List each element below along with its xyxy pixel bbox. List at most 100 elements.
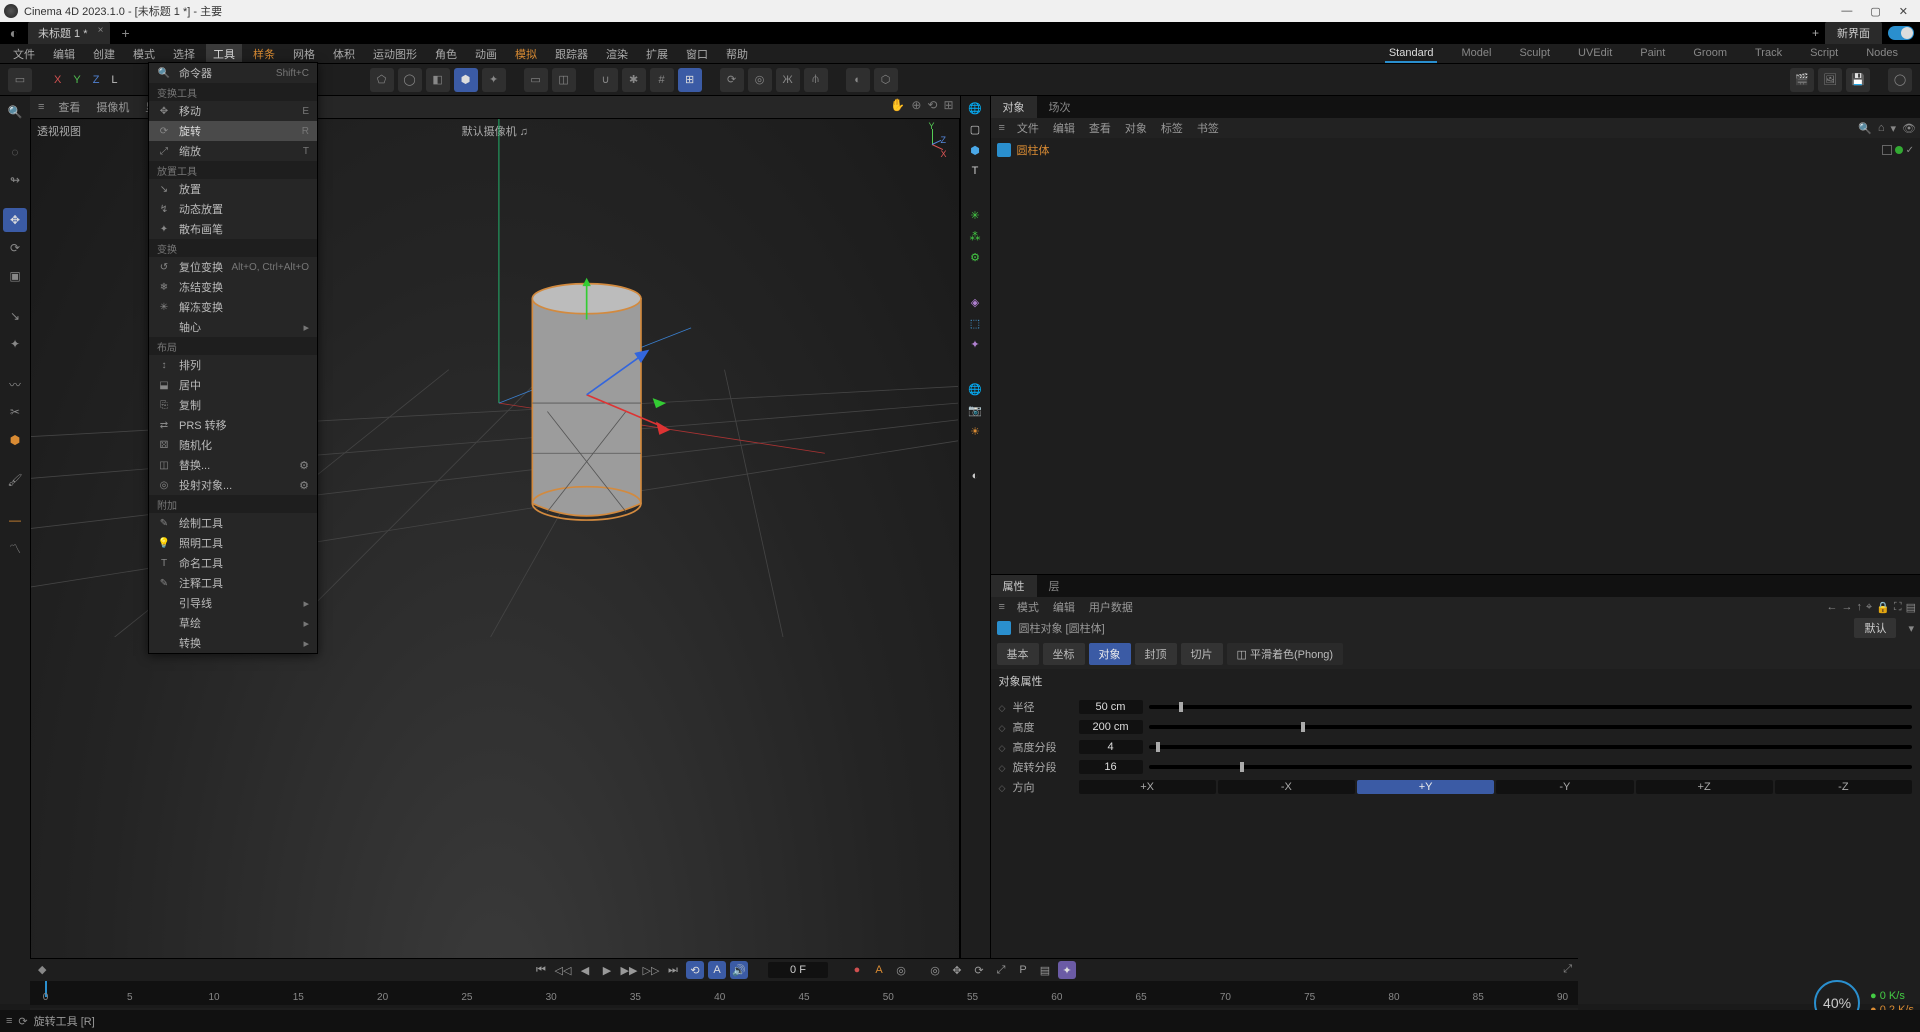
maximize-button[interactable]: ▢: [1870, 5, 1880, 18]
axis-x-label[interactable]: X: [50, 74, 65, 86]
obj-eye-icon[interactable]: 👁: [1902, 122, 1916, 135]
palette-gear-icon[interactable]: ⚙: [970, 251, 980, 264]
tl-goto-start-icon[interactable]: ⏮: [532, 961, 550, 979]
document-tab[interactable]: 未标题 1 * ×: [28, 22, 110, 44]
obj-menu-tags[interactable]: 标签: [1155, 118, 1189, 138]
render-save-icon[interactable]: 💾: [1846, 68, 1870, 92]
direction-button[interactable]: -Z: [1775, 780, 1912, 794]
menu-mograph[interactable]: 运动图形: [366, 44, 424, 64]
palette-volume-icon[interactable]: ⬚: [970, 317, 980, 330]
height-seg-slider[interactable]: [1149, 745, 1913, 749]
height-slider[interactable]: [1149, 725, 1913, 729]
spline-tool-icon[interactable]: 〰: [3, 372, 27, 396]
tl-prev-key-icon[interactable]: ◁◁: [554, 961, 572, 979]
mode-model[interactable]: Model: [1457, 45, 1495, 63]
attr-nav-back-icon[interactable]: ←: [1826, 601, 1837, 614]
palette-effector-icon[interactable]: ✳: [970, 209, 979, 222]
tl-step-back-icon[interactable]: ◀: [576, 961, 594, 979]
menu-item[interactable]: 草绘▸: [149, 613, 317, 633]
render-picture-icon[interactable]: 🖼: [1818, 68, 1842, 92]
attr-tab-caps[interactable]: 封顶: [1135, 643, 1177, 665]
menu-item-gear-icon[interactable]: ⚙: [299, 459, 309, 472]
attr-menu-edit[interactable]: 编辑: [1047, 597, 1081, 617]
move-tool-icon[interactable]: ✥: [3, 208, 27, 232]
tl-a-icon[interactable]: A: [708, 961, 726, 979]
palette-field-icon[interactable]: ◈: [971, 296, 979, 309]
knife-tool-icon[interactable]: ✂: [3, 400, 27, 424]
tl-autokey-icon[interactable]: A: [870, 961, 888, 979]
menu-item[interactable]: 转换▸: [149, 633, 317, 653]
brush-tool-icon[interactable]: 🖌: [3, 468, 27, 492]
tl-key-icon[interactable]: ◎: [892, 961, 910, 979]
palette-cube-icon[interactable]: ⬢: [970, 144, 980, 157]
prim-cube-icon[interactable]: ⬠: [370, 68, 394, 92]
menu-item[interactable]: ✥移动E: [149, 101, 317, 121]
snap-3-icon[interactable]: #: [650, 68, 674, 92]
line-tool-icon[interactable]: —: [3, 508, 27, 532]
tool-a-icon[interactable]: ⟳: [720, 68, 744, 92]
rot-seg-slider[interactable]: [1149, 765, 1913, 769]
menu-item[interactable]: ↯动态放置: [149, 199, 317, 219]
tl-step-fwd-icon[interactable]: ▶▶: [620, 961, 638, 979]
menu-item[interactable]: ⤢缩放T: [149, 141, 317, 161]
tl-next-key-icon[interactable]: ▷▷: [642, 961, 660, 979]
tab-layers[interactable]: 层: [1037, 575, 1072, 597]
vp-zoom-icon[interactable]: ⊕: [911, 98, 921, 112]
tl-sound-icon[interactable]: 🔊: [730, 961, 748, 979]
mode-groom[interactable]: Groom: [1689, 45, 1731, 63]
menu-item[interactable]: ✳解冻变换: [149, 297, 317, 317]
rot-seg-input[interactable]: 16: [1079, 760, 1143, 774]
attr-default-button[interactable]: 默认: [1854, 618, 1896, 638]
measure-tool-icon[interactable]: 〽: [3, 536, 27, 560]
object-visibility-dot[interactable]: [1895, 146, 1903, 154]
menu-item[interactable]: T命名工具: [149, 553, 317, 573]
prim-selected-icon[interactable]: ⬢: [454, 68, 478, 92]
obj-search-icon[interactable]: 🔍: [1858, 122, 1872, 135]
direction-button[interactable]: +Z: [1636, 780, 1773, 794]
menu-item[interactable]: ⬓居中: [149, 375, 317, 395]
menu-extensions[interactable]: 扩展: [639, 44, 675, 64]
menu-file[interactable]: 文件: [6, 44, 42, 64]
axis-z-label[interactable]: Z: [89, 74, 104, 86]
objects-burger-icon[interactable]: ≡: [995, 122, 1009, 134]
menu-simulate[interactable]: 模拟: [508, 44, 544, 64]
palette-square-icon[interactable]: ▢: [970, 123, 980, 136]
menu-item[interactable]: ↘放置: [149, 179, 317, 199]
attr-tab-phong[interactable]: ◫ 平滑着色(Phong): [1227, 643, 1344, 665]
palette-cloner-icon[interactable]: ⁂: [970, 230, 981, 243]
direction-button[interactable]: -Y: [1496, 780, 1633, 794]
layout-name[interactable]: 新界面: [1825, 22, 1882, 44]
vp-menu-camera[interactable]: 摄像机: [90, 97, 135, 117]
height-input[interactable]: 200 cm: [1079, 720, 1143, 734]
mode-uvedit[interactable]: UVEdit: [1574, 45, 1616, 63]
palette-camera-icon[interactable]: ✦: [970, 338, 979, 351]
tl-opt5-icon[interactable]: P: [1014, 961, 1032, 979]
vp-menu-view[interactable]: 查看: [52, 97, 86, 117]
object-tree[interactable]: 圆柱体 ✓: [991, 138, 1920, 574]
close-button[interactable]: ✕: [1899, 5, 1908, 18]
tl-opt1-icon[interactable]: ◎: [926, 961, 944, 979]
polygon-tool-icon[interactable]: ⬢: [3, 428, 27, 452]
tab-takes[interactable]: 场次: [1037, 96, 1083, 118]
tool-b-icon[interactable]: ◎: [748, 68, 772, 92]
new-document-button[interactable]: +: [112, 25, 140, 41]
render-view-icon[interactable]: ◯: [1888, 68, 1912, 92]
prim-more-icon[interactable]: ✦: [482, 68, 506, 92]
prim-plane-icon[interactable]: ◧: [426, 68, 450, 92]
snap-1-icon[interactable]: ∪: [594, 68, 618, 92]
menu-item[interactable]: 💡照明工具: [149, 533, 317, 553]
search-tool-icon[interactable]: 🔍: [3, 100, 27, 124]
tool-f-icon[interactable]: ⬡: [874, 68, 898, 92]
attr-nav-menu-icon[interactable]: ▤: [1906, 601, 1916, 614]
tl-opt6-icon[interactable]: ▤: [1036, 961, 1054, 979]
menu-mode[interactable]: 模式: [126, 44, 162, 64]
palette-globe2-icon[interactable]: 🌐: [968, 383, 982, 396]
lasso-icon[interactable]: ↬: [3, 168, 27, 192]
tool-e-icon[interactable]: ◐: [846, 68, 870, 92]
menu-mesh[interactable]: 网格: [286, 44, 322, 64]
obj-menu-view[interactable]: 查看: [1083, 118, 1117, 138]
vp-pan-icon[interactable]: ✋: [890, 98, 905, 112]
menu-item[interactable]: ⟳旋转R: [149, 121, 317, 141]
deformer-icon[interactable]: ▭: [524, 68, 548, 92]
tl-opt3-icon[interactable]: ⟳: [970, 961, 988, 979]
